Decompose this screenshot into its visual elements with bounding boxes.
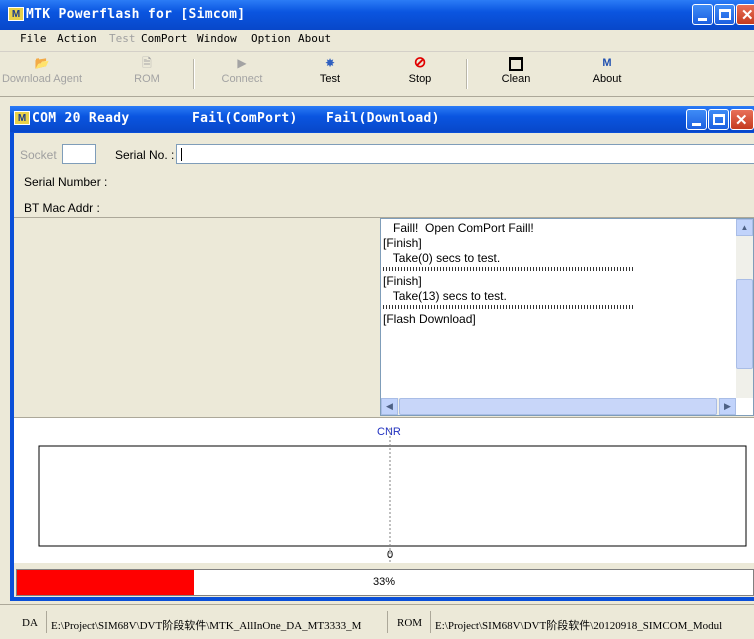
about-button[interactable]: M About — [582, 53, 632, 93]
rom-path-field: E:\Project\SIM68V\DVT阶段软件\20120918_SIMCO… — [430, 611, 754, 633]
scroll-thumb[interactable] — [399, 398, 717, 415]
play-icon: ▶ — [237, 56, 247, 70]
stop-icon: ⊘ — [413, 54, 427, 71]
stop-label: Stop — [408, 73, 432, 85]
chart-plot-area — [38, 445, 747, 547]
maximize-icon — [719, 9, 731, 20]
menu-about[interactable]: About — [298, 32, 331, 45]
clean-button[interactable]: Clean — [491, 53, 541, 93]
app-icon[interactable]: M — [8, 7, 24, 21]
stop-button[interactable]: ⊘ Stop — [398, 53, 442, 93]
log-line: Take(0) secs to test. — [383, 251, 501, 265]
da-path: E:\Project\SIM68V\DVT阶段软件\MTK_AllInOne_D… — [51, 620, 362, 632]
download-status: Fail(Download) — [326, 111, 440, 126]
serial-number-label: Serial Number : — [24, 175, 108, 189]
log-line: Faill! Open ComPort Faill! — [383, 221, 534, 235]
menu-file[interactable]: File — [20, 32, 47, 45]
test-button[interactable]: ✸ Test — [308, 53, 352, 93]
about-label: About — [592, 73, 622, 85]
minimize-icon — [698, 18, 707, 21]
child-close-button[interactable]: ✕ — [730, 109, 754, 130]
maximize-button[interactable] — [714, 4, 735, 25]
toolbar: 📂 Download Agent 🗎 ROM ▶ Connect ✸ Test … — [0, 53, 754, 97]
log-line: [Flash Download] — [383, 312, 476, 326]
log-horizontal-scrollbar[interactable]: ◀ ▶ — [381, 398, 736, 415]
connect-button[interactable]: ▶ Connect — [214, 53, 270, 93]
menu-option[interactable]: Option — [251, 32, 291, 45]
chart-x-tick-label: 0 — [387, 549, 394, 561]
app-title-bar[interactable]: M MTK Powerflash for [Simcom] ✕ — [0, 0, 754, 30]
download-agent-button[interactable]: 📂 Download Agent — [0, 53, 84, 93]
rom-label: ROM — [134, 73, 160, 85]
log-line: [Finish] — [383, 274, 422, 288]
menu-window[interactable]: Window — [197, 32, 237, 45]
log-line: Take(13) secs to test. — [383, 289, 507, 303]
maximize-icon — [713, 114, 725, 125]
toolbar-separator — [466, 59, 468, 89]
log-content: Faill! Open ComPort Faill! [Finish] Take… — [383, 221, 733, 327]
log-view[interactable]: Faill! Open ComPort Faill! [Finish] Take… — [380, 218, 754, 416]
toolbar-separator — [193, 59, 195, 89]
text-cursor — [181, 148, 182, 161]
log-separator — [383, 305, 633, 309]
menu-bar: File Action Test ComPort Window Option A… — [0, 30, 754, 52]
status-bar: DA E:\Project\SIM68V\DVT阶段软件\MTK_AllInOn… — [0, 604, 754, 639]
child-window: M COM 20 Ready Fail(ComPort) Fail(Downlo… — [10, 106, 754, 601]
scroll-up-button[interactable]: ▲ — [736, 219, 753, 236]
da-label: DA — [22, 617, 38, 629]
child-title-bar[interactable]: M COM 20 Ready Fail(ComPort) Fail(Downlo… — [10, 106, 754, 132]
menu-comport[interactable]: ComPort — [141, 32, 187, 45]
child-client-area: Socket Serial No. : Serial Number : BT M… — [14, 133, 754, 597]
rom-label: ROM — [397, 617, 423, 629]
bt-mac-label: BT Mac Addr : — [24, 201, 100, 215]
about-icon: M — [602, 57, 612, 69]
child-minimize-button[interactable] — [686, 109, 707, 130]
cnr-chart — [38, 428, 747, 564]
close-icon: ✕ — [741, 7, 754, 24]
close-icon: ✕ — [735, 112, 748, 129]
rom-button[interactable]: 🗎 ROM — [122, 53, 172, 93]
log-separator — [383, 267, 633, 271]
scroll-right-button[interactable]: ▶ — [719, 398, 736, 415]
test-icon: ✸ — [324, 56, 336, 70]
da-path-field: E:\Project\SIM68V\DVT阶段软件\MTK_AllInOne_D… — [46, 611, 388, 633]
content-panel: Faill! Open ComPort Faill! [Finish] Take… — [14, 217, 754, 417]
progress-fill — [17, 570, 195, 595]
menu-action[interactable]: Action — [57, 32, 97, 45]
chart-panel: CNR 0 — [14, 417, 754, 564]
scroll-thumb[interactable] — [736, 279, 753, 369]
child-maximize-button[interactable] — [708, 109, 729, 130]
scroll-left-button[interactable]: ◀ — [381, 398, 398, 415]
comport-status: Fail(ComPort) — [192, 111, 298, 126]
socket-field[interactable] — [62, 144, 96, 164]
folder-icon: 📂 — [34, 56, 50, 70]
minimize-button[interactable] — [692, 4, 713, 25]
clean-label: Clean — [501, 73, 531, 85]
serial-no-label: Serial No. : — [115, 148, 175, 162]
progress-label: 33% — [373, 576, 396, 588]
close-button[interactable]: ✕ — [736, 4, 754, 25]
download-agent-label: Download Agent — [1, 73, 83, 85]
test-label: Test — [319, 73, 341, 85]
connect-label: Connect — [221, 73, 263, 85]
minimize-icon — [692, 123, 701, 126]
log-vertical-scrollbar[interactable]: ▲ — [736, 219, 753, 398]
clean-icon — [491, 53, 541, 73]
serial-no-input[interactable] — [176, 144, 754, 164]
socket-label: Socket — [20, 148, 57, 162]
child-app-icon[interactable]: M — [14, 111, 30, 125]
menu-test[interactable]: Test — [109, 32, 136, 45]
rom-path: E:\Project\SIM68V\DVT阶段软件\20120918_SIMCO… — [435, 620, 723, 632]
progress-bar: 33% — [16, 569, 754, 596]
com-status: COM 20 Ready — [32, 111, 130, 126]
rom-icon: 🗎 — [142, 56, 152, 70]
log-line: [Finish] — [383, 236, 422, 250]
app-title: MTK Powerflash for [Simcom] — [26, 7, 246, 22]
